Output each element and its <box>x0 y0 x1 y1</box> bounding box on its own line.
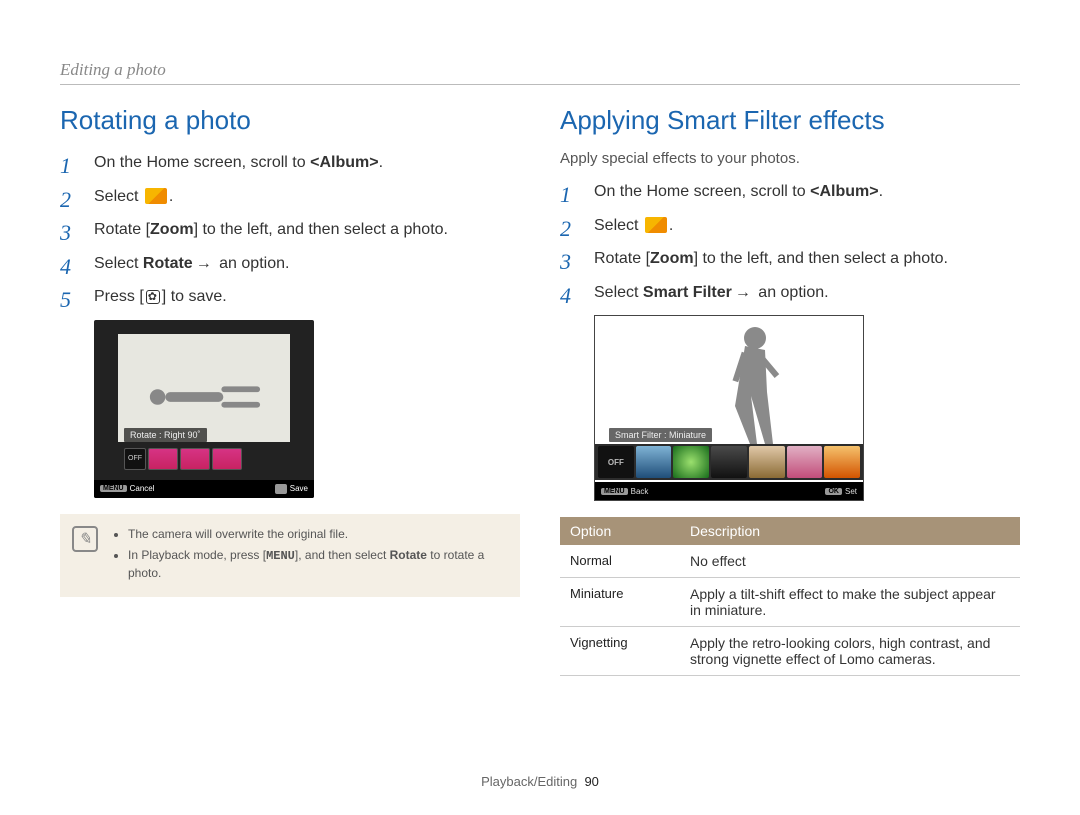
menu-chip: MENU <box>601 488 628 495</box>
text: Select <box>594 284 643 301</box>
opt-name: Normal <box>560 545 680 578</box>
table-row: Normal No effect <box>560 545 1020 578</box>
edit-photo-icon <box>645 217 667 233</box>
sf-step-3: Rotate [Zoom] to the left, and then sele… <box>560 246 1020 272</box>
text-bold: <Album> <box>810 183 878 200</box>
cancel-label: Cancel <box>130 484 155 493</box>
macro-chip-icon <box>275 484 287 494</box>
text: Rotate [ <box>94 221 150 238</box>
ok-chip: OK <box>825 488 842 495</box>
subtitle: Apply special effects to your photos. <box>560 150 1020 167</box>
rot-step-3: Rotate [Zoom] to the left, and then sele… <box>60 217 520 243</box>
thumb-180 <box>180 448 210 470</box>
th-option: Option <box>560 517 680 545</box>
sf-label: Smart Filter : Miniature <box>609 428 712 442</box>
col-smartfilter: Applying Smart Filter effects Apply spec… <box>560 105 1020 676</box>
save-label: Save <box>290 484 308 493</box>
col-rotating: Rotating a photo On the Home screen, scr… <box>60 105 520 676</box>
text-bold: Zoom <box>650 250 694 267</box>
text: On the Home screen, scroll to <box>94 154 310 171</box>
edit-photo-icon <box>145 188 167 204</box>
rot-step-4: Select Rotate→ an option. <box>60 251 520 277</box>
text: . <box>169 188 173 205</box>
rotate-screenshot: Rotate : Right 90˚ OFF MENUCancel Save <box>94 320 314 498</box>
arrow-icon: → <box>735 284 751 301</box>
arrow-icon: → <box>196 255 212 272</box>
macro-button-icon <box>146 290 160 304</box>
text-bold: Rotate <box>390 548 427 562</box>
note-box: ✎ The camera will overwrite the original… <box>60 514 520 597</box>
thumb-270 <box>212 448 242 470</box>
filter-soft <box>711 446 747 478</box>
cam2-bottom-bar: MENUBack OKSet <box>595 482 863 500</box>
filter-oldfilm <box>749 446 785 478</box>
thumb-90 <box>148 448 178 470</box>
text: ] to the left, and then select a photo. <box>194 221 448 238</box>
opt-name: Miniature <box>560 578 680 627</box>
filter-row: OFF <box>595 444 863 480</box>
text-bold: Smart Filter <box>643 284 732 301</box>
smartfilter-screenshot: Smart Filter : Miniature OFF MENUBack OK… <box>594 315 864 501</box>
text: In Playback mode, press [ <box>128 548 266 562</box>
filter-halftone <box>787 446 823 478</box>
text: Select <box>94 188 143 205</box>
text: an option. <box>754 284 829 301</box>
note-line-2: In Playback mode, press [MENU], and then… <box>128 547 504 582</box>
rot-step-5: Press [ ] to save. <box>60 284 520 310</box>
text: . <box>669 217 673 234</box>
table-row: Miniature Apply a tilt-shift effect to m… <box>560 578 1020 627</box>
back-label: Back <box>631 487 649 496</box>
heading-smartfilter: Applying Smart Filter effects <box>560 105 1020 136</box>
filter-sketch <box>824 446 860 478</box>
preview-area <box>118 334 290 442</box>
text: Rotate [ <box>594 250 650 267</box>
menu-chip: MENU <box>100 485 127 492</box>
rot-step-2: Select . <box>60 184 520 210</box>
text-bold: Rotate <box>143 255 193 272</box>
opt-desc: Apply the retro-looking colors, high con… <box>680 627 1020 676</box>
th-description: Description <box>680 517 1020 545</box>
table-row: Vignetting Apply the retro-looking color… <box>560 627 1020 676</box>
footer-section: Playback/Editing <box>481 774 577 789</box>
set-label: Set <box>845 487 857 496</box>
cam-bottom-bar: MENUCancel Save <box>94 480 314 498</box>
text-bold: <Album> <box>310 154 378 171</box>
text: On the Home screen, scroll to <box>594 183 810 200</box>
text: Select <box>594 217 643 234</box>
text: . <box>879 183 883 200</box>
text-bold: Zoom <box>150 221 194 238</box>
filter-off: OFF <box>598 446 634 478</box>
text: ], and then select <box>295 548 390 562</box>
rotate-label: Rotate : Right 90˚ <box>124 428 207 442</box>
person-silhouette-icon <box>595 316 864 446</box>
options-table: Option Description Normal No effect Mini… <box>560 517 1020 676</box>
heading-rotating: Rotating a photo <box>60 105 520 136</box>
note-icon: ✎ <box>72 526 98 552</box>
filter-vignetting <box>673 446 709 478</box>
note-line-1: The camera will overwrite the original f… <box>128 526 504 543</box>
rotated-person-icon <box>146 382 262 412</box>
text: . <box>379 154 383 171</box>
text: Select <box>94 255 143 272</box>
thumb-row: OFF <box>124 448 242 470</box>
text: an option. <box>215 255 290 272</box>
filter-miniature <box>636 446 672 478</box>
opt-desc: No effect <box>680 545 1020 578</box>
text: Press [ <box>94 288 144 305</box>
off-thumb: OFF <box>124 448 146 470</box>
breadcrumb: Editing a photo <box>60 60 1020 85</box>
opt-desc: Apply a tilt-shift effect to make the su… <box>680 578 1020 627</box>
sf-step-2: Select . <box>560 213 1020 239</box>
menu-key: MENU <box>266 549 295 563</box>
sf-step-1: On the Home screen, scroll to <Album>. <box>560 179 1020 205</box>
sf-step-4: Select Smart Filter→ an option. <box>560 280 1020 306</box>
rot-step-1: On the Home screen, scroll to <Album>. <box>60 150 520 176</box>
text: ] to the left, and then select a photo. <box>694 250 948 267</box>
opt-name: Vignetting <box>560 627 680 676</box>
page-number: 90 <box>584 774 598 789</box>
page-footer: Playback/Editing 90 <box>0 774 1080 789</box>
text: ] to save. <box>162 288 227 305</box>
